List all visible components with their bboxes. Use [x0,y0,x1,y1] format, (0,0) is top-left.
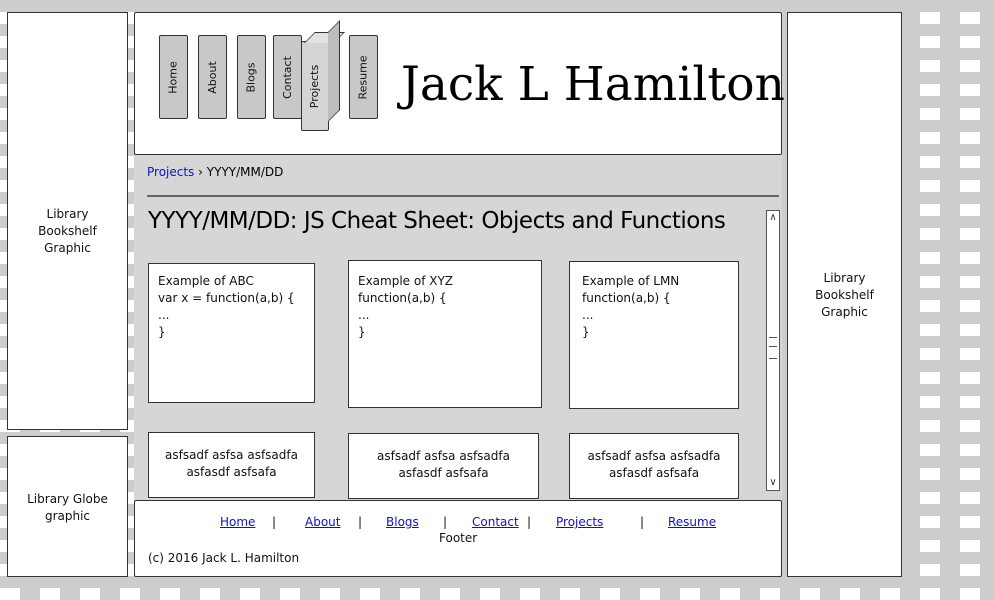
text-card-1: asfsadf asfsa asfsadfa asfasdf asfsafa [148,432,315,498]
code-card-lmn: Example of LMN function(a,b) { ... } [569,261,739,409]
footer-label: Footer [439,531,478,545]
footer-separator: | [272,515,277,529]
content-divider [147,195,779,197]
left-globe-panel: Library Globe graphic [7,436,128,577]
code-line: Example of LMN [582,274,680,288]
content-title: YYYY/MM/DD: JS Cheat Sheet: Objects and … [148,208,726,234]
nav-tab-resume[interactable]: Resume [349,35,378,119]
code-line: } [358,325,366,339]
nav-tab-projects-label: Projects [308,64,322,108]
text-card-line: asfsadf asfsa asfsadfa [377,449,510,463]
footer-separator: | [443,515,448,529]
text-card-line: asfasdf asfsafa [608,466,700,480]
code-line: var x = function(a,b) { [158,291,295,305]
nav-tab-contact-label: Contact [281,55,295,99]
nav-tab-projects[interactable]: Projects [301,41,329,131]
code-line: Example of XYZ [358,274,454,288]
chevron-down-icon[interactable]: ∨ [767,476,779,490]
code-line: Example of ABC [158,274,254,288]
right-bookshelf-panel: Library Bookshelf Graphic [787,12,902,577]
text-card-line: asfsadf asfsa asfsadfa [587,449,721,463]
vertical-scrollbar[interactable]: ∧ ∨ [766,210,780,491]
footer-separator: | [640,515,645,529]
text-card-2: asfsadf asfsa asfsadfa asfasdf asfsafa [348,433,539,499]
scroll-thumb[interactable] [769,337,777,359]
breadcrumb-current: YYYY/MM/DD [206,165,284,179]
footer-link-resume[interactable]: Resume [668,515,716,529]
footer-link-home[interactable]: Home [220,515,255,529]
code-line: ... [582,308,594,322]
text-card-line: asfasdf asfsafa [186,465,277,479]
code-card-abc: Example of ABC var x = function(a,b) { .… [148,263,315,403]
footer-link-blogs[interactable]: Blogs [386,515,419,529]
code-line: } [158,325,166,339]
chevron-up-icon[interactable]: ∧ [767,211,779,225]
nav-tab-about[interactable]: About [198,35,227,119]
nav-tab-home[interactable]: Home [159,35,188,119]
site-title: Jack L Hamilton [401,57,785,112]
copyright-text: (c) 2016 Jack L. Hamilton [148,551,300,565]
left-bookshelf-panel: Library Bookshelf Graphic [7,12,128,430]
code-card-xyz: Example of XYZ function(a,b) { ... } [348,260,542,408]
code-line: } [582,325,590,339]
breadcrumb-separator: › [198,165,203,179]
footer-separator: | [527,515,532,529]
nav-tab-contact[interactable]: Contact [273,35,302,119]
nav-tab-about-label: About [206,60,219,94]
nav-tab-home-label: Home [167,60,181,94]
left-bookshelf-text: Library Bookshelf Graphic [38,207,97,255]
footer-link-about[interactable]: About [305,515,340,529]
nav-tab-blogs-label: Blogs [245,61,259,93]
left-globe-text: Library Globe graphic [27,492,108,523]
code-line: function(a,b) { [358,291,447,305]
footer-link-projects[interactable]: Projects [556,515,603,529]
text-card-3: asfsadf asfsa asfsadfa asfasdf asfsafa [569,433,739,499]
nav-tab-resume-label: Resume [357,54,371,100]
breadcrumb-link-projects[interactable]: Projects [147,165,194,179]
footer: Home | About | Blogs | Contact | Project… [134,500,782,577]
breadcrumb: Projects › YYYY/MM/DD [147,165,283,179]
code-line: function(a,b) { [582,291,671,305]
text-card-line: asfsadf asfsa asfsadfa [165,448,298,462]
nav-tab-blogs[interactable]: Blogs [237,35,266,119]
code-line: ... [158,308,170,322]
footer-separator: | [358,515,363,529]
header: Home About Blogs Contact Projects Resume… [134,12,785,155]
right-bookshelf-text: Library Bookshelf Graphic [815,271,874,319]
footer-link-contact[interactable]: Contact [472,515,519,529]
text-card-line: asfasdf asfsafa [398,466,489,480]
code-line: ... [358,308,370,322]
